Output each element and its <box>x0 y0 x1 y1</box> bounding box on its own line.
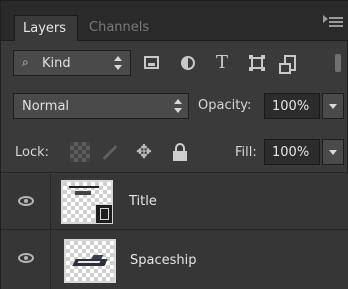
shape-layer-filter-icon[interactable] <box>246 52 268 74</box>
type-layer-filter-icon[interactable]: T <box>211 52 233 74</box>
lock-image-pixels-icon[interactable] <box>99 142 119 162</box>
fill-slider-button[interactable] <box>322 139 344 165</box>
eye-icon[interactable] <box>18 253 34 263</box>
fill-label: Fill: <box>235 145 257 160</box>
smart-object-filter-icon[interactable] <box>279 52 301 74</box>
opacity-slider-button[interactable] <box>322 93 344 119</box>
tab-layers[interactable]: Layers <box>14 15 78 41</box>
lock-label: Lock: <box>15 145 50 160</box>
layer-thumbnail <box>61 180 113 224</box>
eye-icon[interactable] <box>18 196 34 206</box>
up-down-arrows-icon <box>174 99 182 113</box>
panel-tab-bar: Layers Channels <box>1 1 348 41</box>
blend-row: Normal Opacity: 100% <box>1 87 348 127</box>
layers-panel: Layers Channels ⌕ Kind T Normal Opacity:… <box>0 0 348 289</box>
visibility-cell <box>1 231 51 289</box>
filter-toggle-switch[interactable] <box>331 54 345 72</box>
layer-filter-row: ⌕ Kind T <box>1 42 348 84</box>
lock-row: Lock: ✥ Fill: 100% <box>1 131 348 173</box>
search-icon: ⌕ <box>22 55 29 69</box>
lock-position-icon[interactable]: ✥ <box>134 142 154 162</box>
layer-row-title[interactable]: Title <box>1 174 348 230</box>
blend-mode-value: Normal <box>22 99 70 114</box>
layer-list: Title Spaceship <box>1 174 348 289</box>
opacity-input[interactable]: 100% <box>264 93 320 119</box>
up-down-arrows-icon <box>114 56 122 70</box>
blend-mode-select[interactable]: Normal <box>13 93 189 119</box>
pixel-layer-filter-icon[interactable] <box>141 52 163 74</box>
adjustment-layer-filter-icon[interactable] <box>177 52 199 74</box>
filter-kind-select[interactable]: ⌕ Kind <box>13 50 131 76</box>
spaceship-thumbnail-art <box>72 255 108 269</box>
layer-row-spaceship[interactable]: Spaceship <box>1 231 348 289</box>
smart-object-badge-icon <box>95 204 113 224</box>
lock-transparent-pixels-icon[interactable] <box>70 142 90 162</box>
tab-channels[interactable]: Channels <box>81 15 157 41</box>
visibility-cell <box>1 174 51 229</box>
filter-kind-label: Kind <box>42 56 71 71</box>
layer-name[interactable]: Spaceship <box>130 253 197 268</box>
lock-all-icon[interactable] <box>171 142 191 162</box>
layer-name[interactable]: Title <box>129 194 157 209</box>
fill-input[interactable]: 100% <box>264 139 320 165</box>
layer-thumbnail <box>64 239 116 283</box>
panel-menu-icon[interactable] <box>323 15 343 27</box>
opacity-label: Opacity: <box>198 98 252 113</box>
